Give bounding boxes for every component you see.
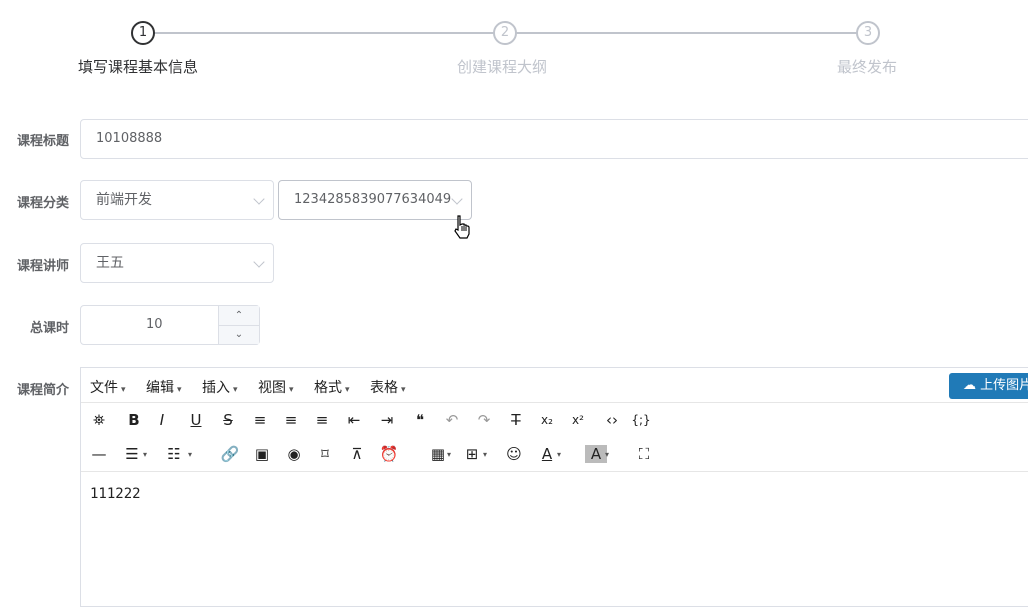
dropdown-caret-icon[interactable]: ▾ [143,450,147,459]
cloud-upload-icon: ☁ [963,378,976,393]
editor-menubar: 文件 ▾ 编辑 ▾ 插入 ▾ 视图 ▾ 格式 ▾ 表格 ▾ ☁ 上传图片 [81,368,1028,403]
editor-toolbar-row-1: ⛯ B I U S ≡ ≡ ≡ ⇤ ⇥ ❝ ↶ ↷ T̶ x₂ x² ‹› {;} [81,403,1028,437]
editor-toolbar-row-2: — ☰ ▾ ☷ ▾ 🔗 ▣ ◉ ⌑ ⊼ ⏰ ▦ ▾ ⊞ ▾ ☺ A ▾ A ▾ ⛶ [81,437,1028,471]
toolbar-divider [81,471,1028,472]
dropdown-caret-icon[interactable]: ▾ [605,450,609,459]
background-color-icon[interactable]: A [585,445,607,463]
teacher-value: 王五 [96,255,124,271]
bullet-list-icon[interactable]: ☰ [121,443,143,465]
menu-view[interactable]: 视图 ▾ [258,377,294,397]
category-secondary-value: 1234285839077634049 [294,192,452,207]
code-block-icon[interactable]: {;} [630,409,652,431]
course-description-label: 课程简介 [16,383,69,398]
indent-icon[interactable]: ⇥ [376,409,398,431]
stepper-buttons: ⌃ ⌄ [218,306,259,344]
dropdown-caret-icon[interactable]: ▾ [483,450,487,459]
clear-format-icon[interactable]: T̶ [505,409,527,431]
category-primary-value: 前端开发 [96,192,152,208]
step-3-circle[interactable]: 3 [856,21,880,45]
editor-content[interactable]: 111222 [90,486,141,502]
media-icon[interactable]: ▦ [427,443,449,465]
align-center-icon[interactable]: ≡ [280,409,302,431]
bold-icon[interactable]: B [123,409,145,431]
step-2-circle[interactable]: 2 [493,21,517,45]
table-icon[interactable]: ⊞ [461,443,483,465]
steps-bar: 1 2 3 填写课程基本信息 创建课程大纲 最终发布 [0,0,1028,90]
code-icon[interactable]: ‹› [601,409,623,431]
italic-icon[interactable]: I [151,409,173,431]
fullscreen-icon[interactable]: ⛶ [633,443,655,465]
step-3-label: 最终发布 [837,58,898,76]
step-2-label: 创建课程大纲 [457,58,548,76]
chevron-down-icon [253,256,265,268]
text-color-icon[interactable]: A [536,443,558,465]
image-icon[interactable]: ▣ [251,443,273,465]
step-1-label: 填写课程基本信息 [78,58,199,76]
emoji-icon[interactable]: ☺ [503,443,525,465]
lessons-stepper[interactable]: 10 ⌃ ⌄ [80,305,260,345]
lessons-value[interactable]: 10 [146,306,163,344]
page-break-icon[interactable]: ⊼ [346,443,368,465]
underline-icon[interactable]: U [185,409,207,431]
course-category-label: 课程分类 [16,196,69,211]
step-1-circle[interactable]: 1 [131,21,155,45]
redo-icon[interactable]: ↷ [473,409,495,431]
horizontal-rule-icon[interactable]: — [88,443,110,465]
subscript-icon[interactable]: x₂ [536,409,558,431]
menu-format[interactable]: 格式 ▾ [314,377,350,397]
dropdown-caret-icon[interactable]: ▾ [557,450,561,459]
menu-table[interactable]: 表格 ▾ [370,377,406,397]
course-teacher-label: 课程讲师 [16,259,69,274]
numbered-list-icon[interactable]: ☷ [163,443,185,465]
menu-file[interactable]: 文件 ▾ [90,377,126,397]
step-line-2 [515,32,858,34]
chevron-down-icon [451,193,463,205]
course-title-input[interactable]: 10108888 [80,119,1028,159]
link-icon[interactable]: 🔗 [219,443,241,465]
hand-cursor-icon [454,215,470,239]
superscript-icon[interactable]: x² [567,409,589,431]
alarm-icon[interactable]: ⏰ [378,443,400,465]
bookmark-icon[interactable]: ⌑ [314,443,336,465]
upload-image-button[interactable]: ☁ 上传图片 [949,373,1028,399]
category-secondary-select[interactable]: 1234285839077634049 [278,180,472,220]
stepper-up-icon[interactable]: ⌃ [219,306,259,326]
menu-insert[interactable]: 插入 ▾ [202,377,238,397]
strikethrough-icon[interactable]: S [217,409,239,431]
align-left-icon[interactable]: ≡ [249,409,271,431]
course-title-value: 10108888 [96,131,163,146]
preview-icon[interactable]: ◉ [283,443,305,465]
category-primary-select[interactable]: 前端开发 [80,180,274,220]
outdent-icon[interactable]: ⇤ [343,409,365,431]
teacher-select[interactable]: 王五 [80,243,274,283]
dropdown-caret-icon[interactable]: ▾ [188,450,192,459]
total-lessons-label: 总课时 [29,321,69,336]
stepper-down-icon[interactable]: ⌄ [219,325,259,344]
binoculars-icon[interactable]: ⛯ [88,409,110,431]
menu-edit[interactable]: 编辑 ▾ [146,377,182,397]
chevron-down-icon [253,193,265,205]
dropdown-caret-icon[interactable]: ▾ [447,450,451,459]
step-line-1 [153,32,495,34]
blockquote-icon[interactable]: ❝ [409,409,431,431]
course-title-label: 课程标题 [16,134,69,149]
rich-text-editor[interactable]: 文件 ▾ 编辑 ▾ 插入 ▾ 视图 ▾ 格式 ▾ 表格 ▾ ☁ 上传图片 ⛯ B I U S ≡ ≡ ≡ ⇤… [80,367,1028,607]
align-right-icon[interactable]: ≡ [311,409,333,431]
undo-icon[interactable]: ↶ [441,409,463,431]
